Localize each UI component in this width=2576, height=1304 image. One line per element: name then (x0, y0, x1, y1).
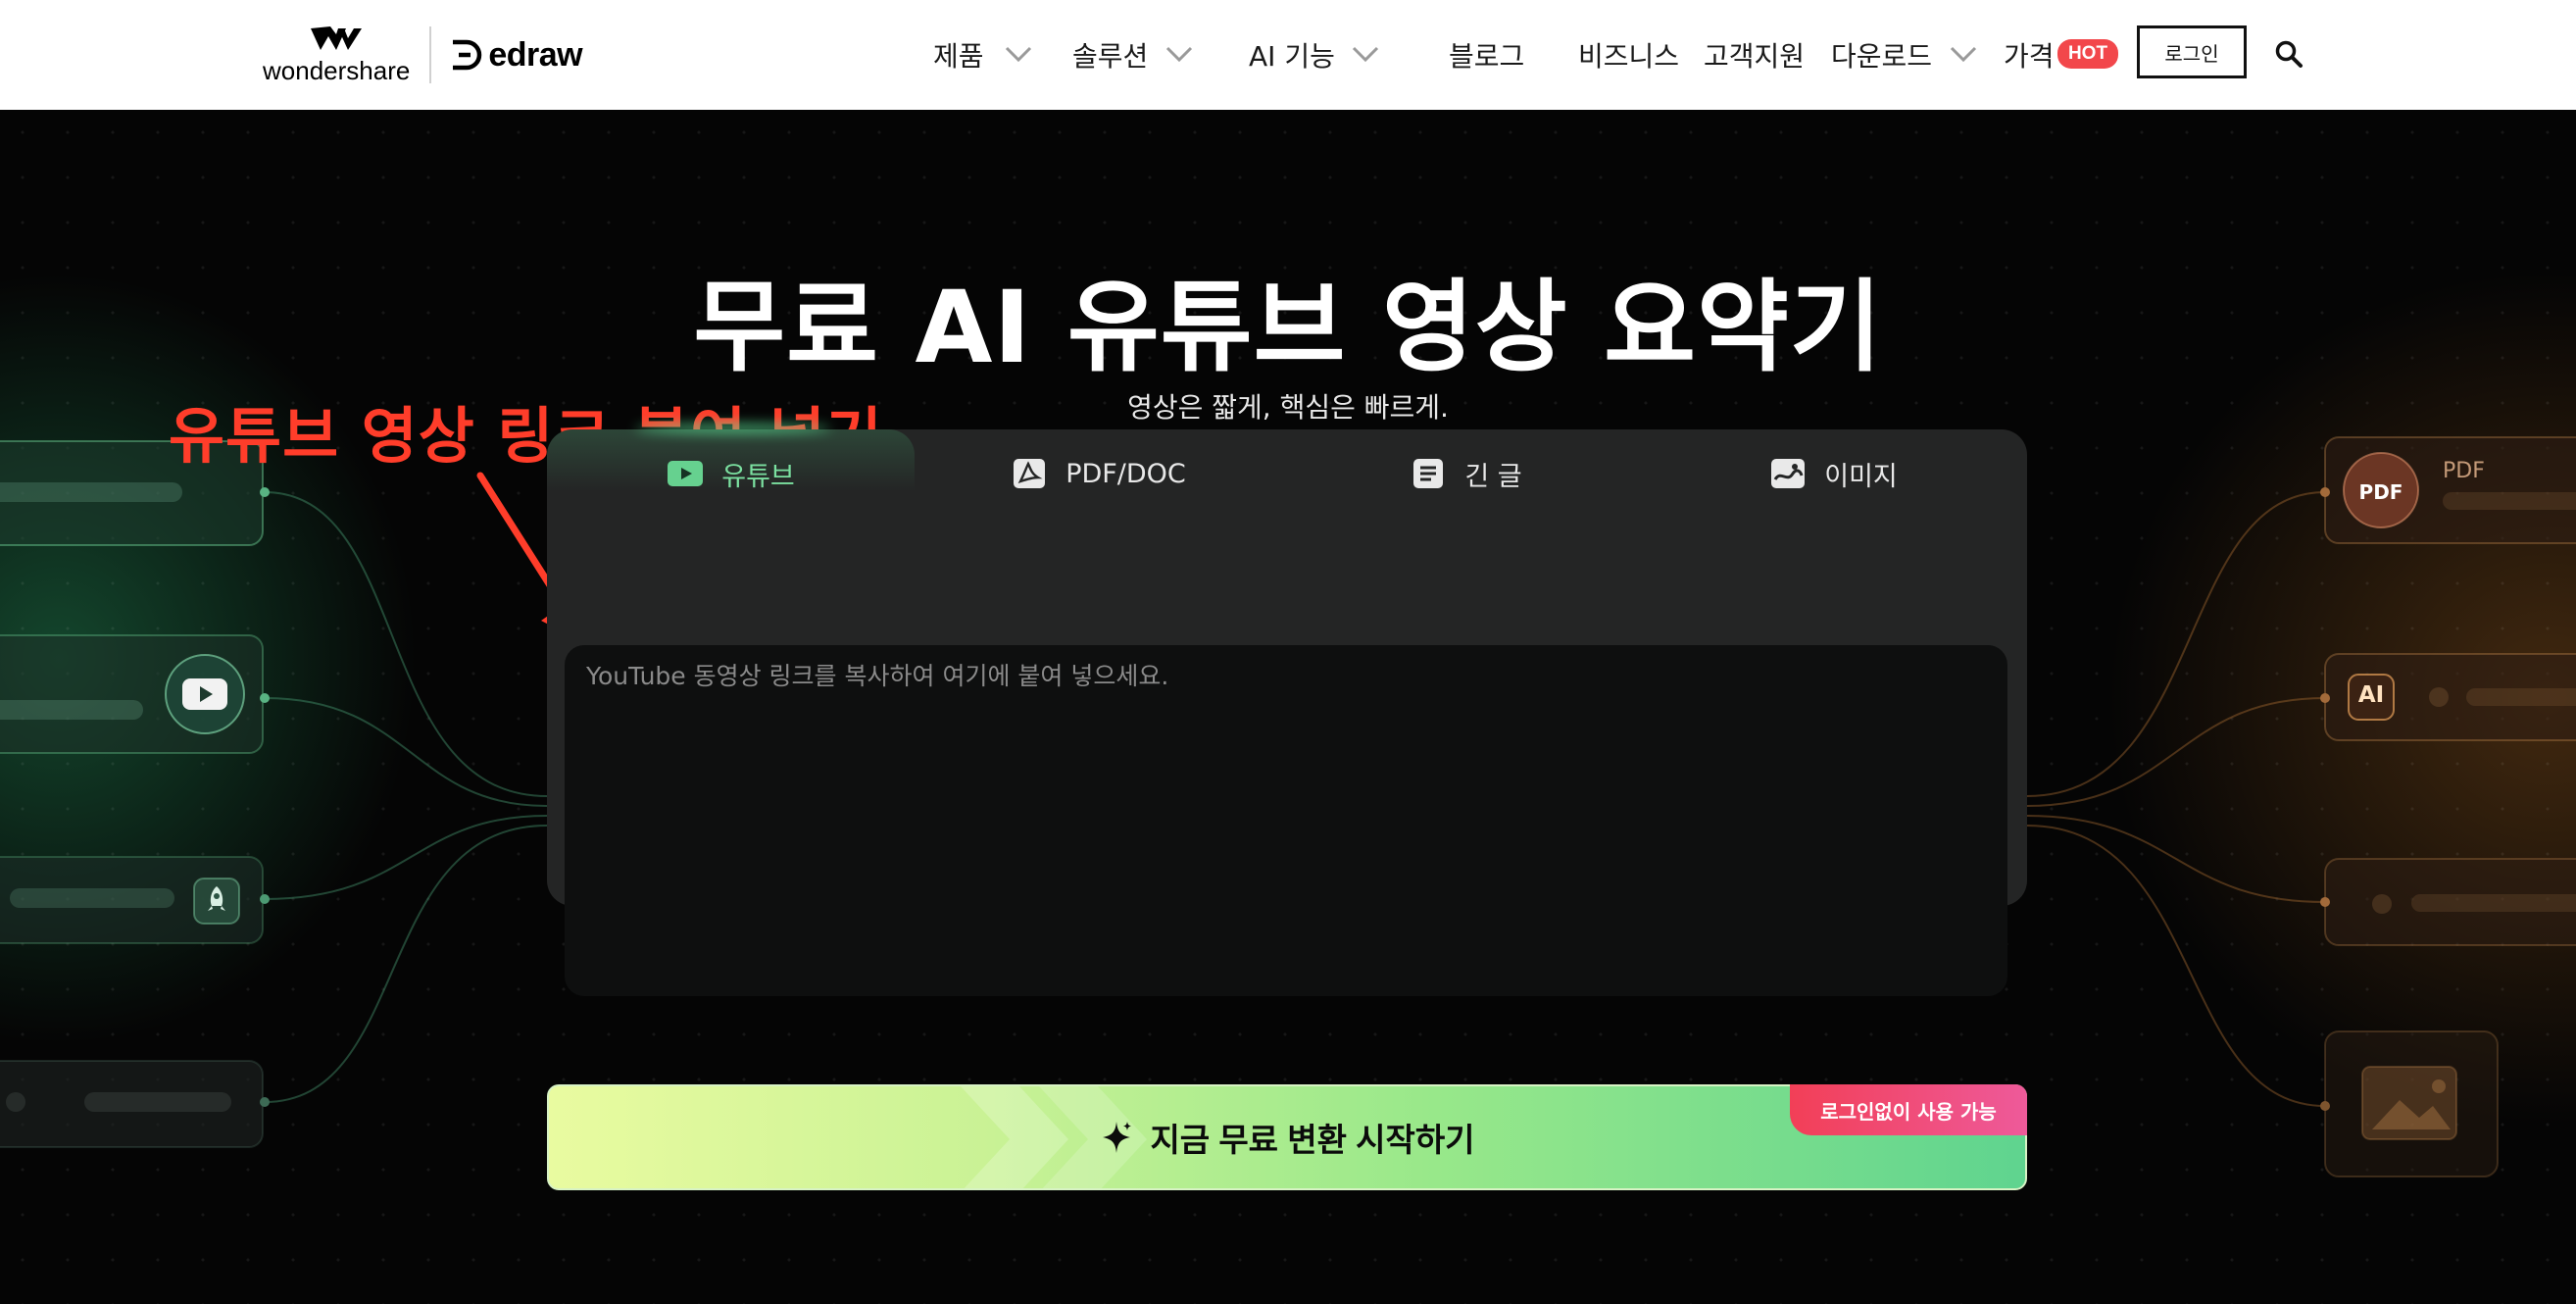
ai-badge-icon: AI (2357, 682, 2385, 708)
pdf-badge-icon: PDF (2358, 480, 2403, 504)
image-icon (1771, 459, 1806, 488)
decor-right-cards (2320, 436, 2576, 1178)
nav-item-support[interactable]: 고객지원 (1704, 0, 1805, 110)
wondershare-logo[interactable]: wondershare (263, 25, 410, 86)
chevron-down-icon[interactable] (1351, 43, 1380, 65)
edraw-mark-icon (453, 39, 482, 71)
youtube-icon (668, 461, 704, 486)
chevron-down-icon[interactable] (1164, 43, 1194, 65)
nav-item-download[interactable]: 다운로드 (1831, 0, 1932, 110)
tab-youtube[interactable]: 유튜브 (547, 429, 915, 518)
youtube-link-input[interactable] (565, 645, 2007, 996)
rocket-icon (208, 886, 225, 911)
top-navigation-bar: wondershare edraw 제품 솔루션 AI 기능 블로그 비즈니스 … (0, 0, 2576, 111)
nav-item-business[interactable]: 비즈니스 (1578, 0, 1679, 110)
tab-label: 유튜브 (721, 461, 795, 492)
pdf-icon (1014, 459, 1046, 488)
document-icon (1413, 459, 1444, 488)
wondershare-mark-icon (311, 25, 363, 50)
search-icon[interactable] (2274, 39, 2304, 69)
brand-divider (429, 26, 432, 83)
tab-label: 이미지 (1824, 461, 1898, 492)
chevron-down-icon[interactable] (1004, 43, 1033, 65)
sparkle-icon (1103, 1122, 1132, 1153)
chevron-down-icon[interactable] (1949, 43, 1978, 65)
wondershare-wordmark: wondershare (263, 55, 411, 85)
hot-badge: HOT (2057, 39, 2118, 69)
tab-image[interactable]: 이미지 (1650, 429, 2017, 518)
login-button[interactable]: 로그인 (2137, 25, 2247, 78)
youtube-icon (182, 678, 227, 710)
edraw-wordmark: edraw (488, 35, 583, 74)
tab-long-text[interactable]: 긴 글 (1282, 429, 1650, 518)
nav-item-solutions[interactable]: 솔루션 (1072, 0, 1148, 110)
tab-label: PDF/DOC (1065, 458, 1186, 489)
nav-item-blog[interactable]: 블로그 (1449, 0, 1524, 110)
nav-item-pricing[interactable]: 가격 (2004, 0, 2055, 110)
tab-label: 긴 글 (1464, 461, 1522, 492)
pdf-card-label: PDF (2443, 459, 2485, 483)
nav-item-products[interactable]: 제품 (933, 0, 984, 110)
decor-left-cards (0, 440, 270, 1148)
page-title: 무료 AI 유튜브 영상 요약기 (693, 270, 1883, 386)
tab-pdf-doc[interactable]: PDF/DOC (915, 429, 1282, 518)
nav-item-ai-features[interactable]: AI 기능 (1249, 0, 1335, 110)
brand-logo[interactable]: wondershare edraw (263, 24, 583, 86)
cta-label: 지금 무료 변환 시작하기 (1150, 1122, 1475, 1158)
edraw-logo[interactable]: edraw (449, 35, 583, 75)
no-login-badge: 로그인없이 사용 가능 (1790, 1084, 2027, 1135)
